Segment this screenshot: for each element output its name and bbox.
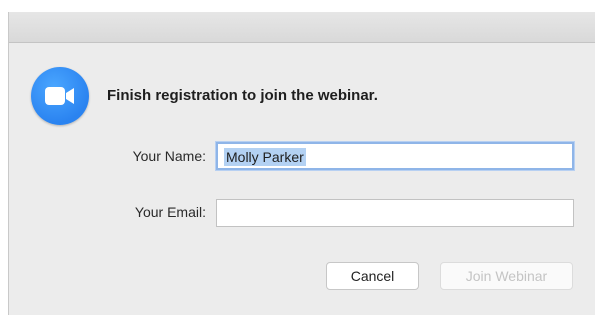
- name-label: Your Name:: [132, 148, 206, 164]
- email-field[interactable]: [216, 199, 574, 227]
- email-label: Your Email:: [134, 204, 206, 220]
- name-field[interactable]: Molly Parker: [216, 142, 574, 170]
- video-camera-icon: [45, 87, 74, 105]
- cancel-button[interactable]: Cancel: [326, 262, 419, 290]
- dialog-heading: Finish registration to join the webinar.: [107, 87, 378, 104]
- zoom-app-icon: [31, 67, 89, 125]
- name-value: Molly Parker: [224, 148, 306, 166]
- join-webinar-button[interactable]: Join Webinar: [440, 262, 573, 290]
- window-titlebar[interactable]: [9, 12, 595, 43]
